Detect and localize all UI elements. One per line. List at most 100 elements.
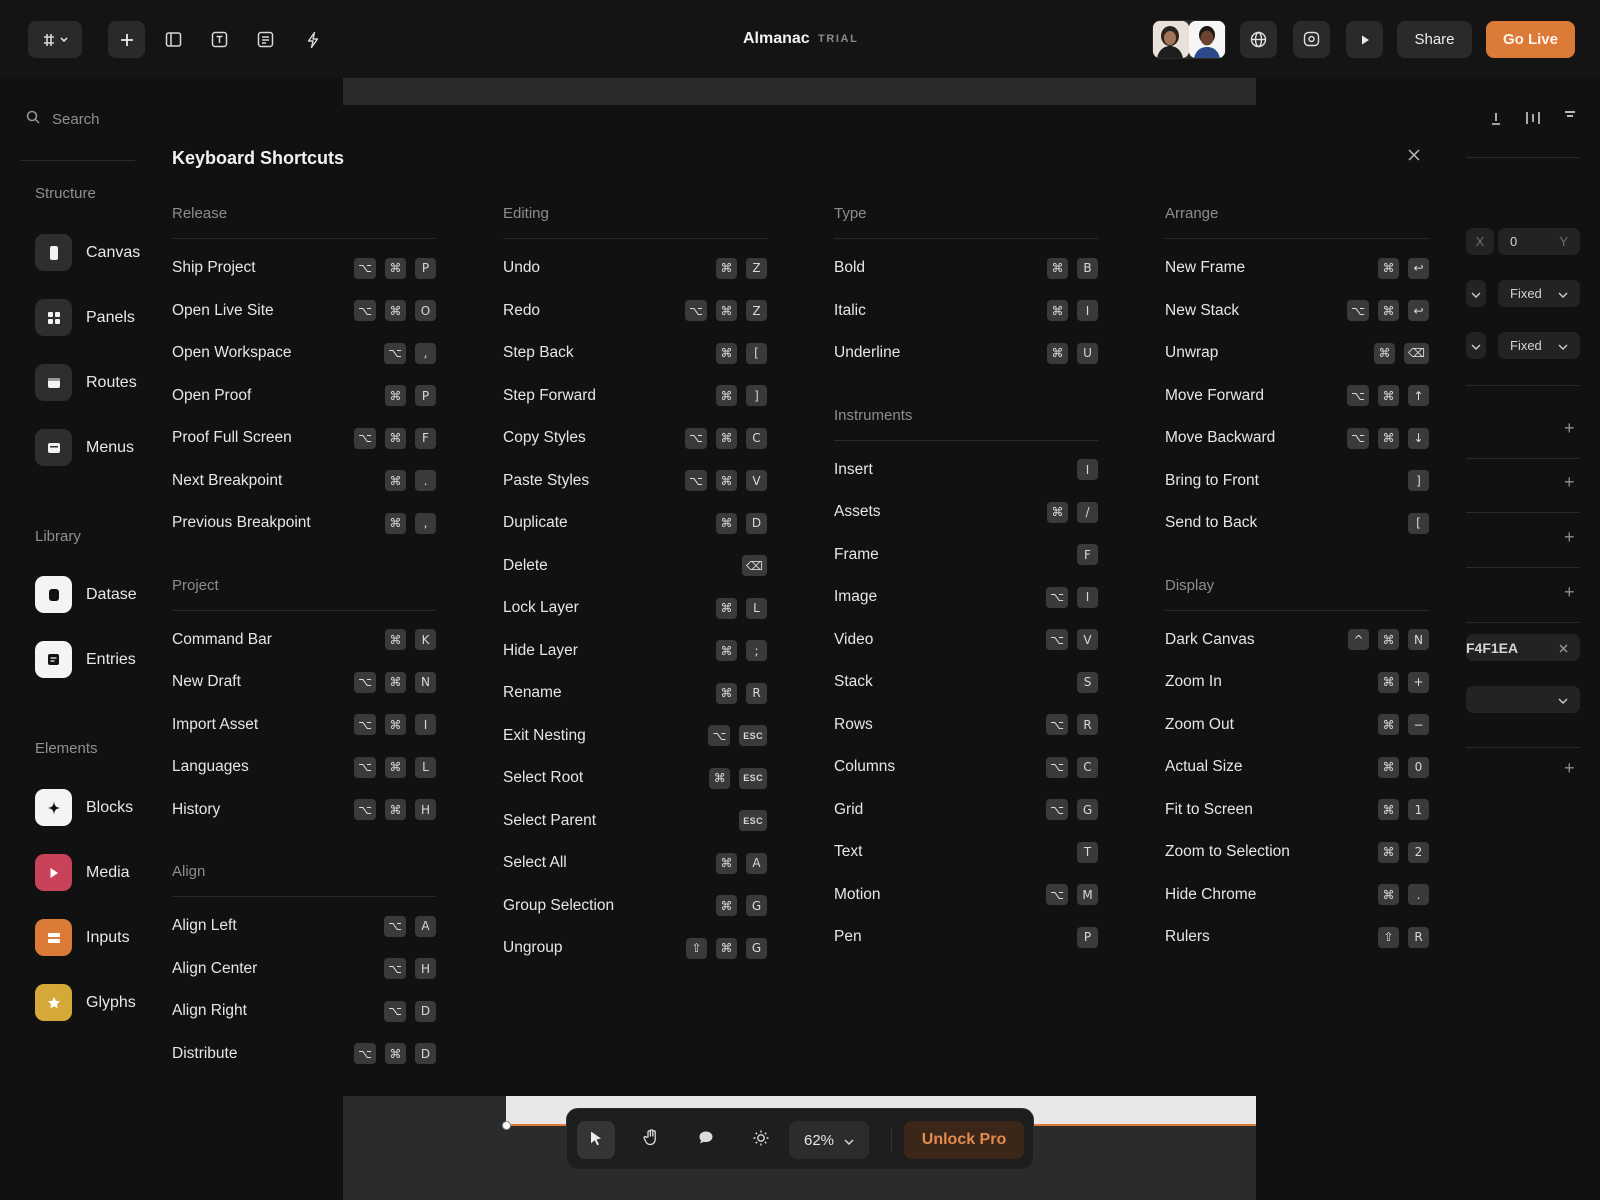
add-section-button[interactable]: +	[1564, 418, 1575, 439]
publish-settings-button[interactable]	[1240, 21, 1277, 58]
close-modal-button[interactable]	[1404, 147, 1424, 167]
top-bar: Almanac TRIAL Share Go Live	[0, 0, 1600, 78]
sidebar-item-canvas[interactable]: Canvas	[35, 234, 140, 271]
key-combo: ESC	[739, 810, 767, 832]
key-combo: ⌥ ⌘ I	[354, 714, 436, 736]
width-type-dropdown[interactable]	[1466, 280, 1486, 307]
sidebar-item-panels[interactable]: Panels	[35, 299, 135, 336]
divider	[172, 238, 436, 239]
toggle-sidebar-button[interactable]	[155, 21, 192, 58]
divider	[1466, 157, 1580, 158]
key-combo: ⌘ 1	[1378, 799, 1429, 821]
unlock-pro-button[interactable]: Unlock Pro	[904, 1121, 1024, 1159]
zoom-select[interactable]: 62%	[789, 1121, 869, 1159]
key-combo: ⌥ V	[1046, 629, 1098, 651]
actions-button[interactable]	[294, 21, 331, 58]
shortcut-column: Editing Undo ⌘ Z Redo ⌥ ⌘ Z Step Back ⌘[Step Forw…	[503, 200, 767, 970]
key-cap: M	[1077, 884, 1098, 906]
key-cap: ⌘	[716, 597, 737, 619]
y-field[interactable]: 0 Y	[1498, 228, 1580, 255]
distribute-icon[interactable]	[1525, 110, 1541, 131]
share-button[interactable]: Share	[1397, 21, 1472, 58]
key-cap: ⌘	[385, 470, 406, 492]
key-cap: ⌘	[1378, 671, 1399, 693]
go-live-button[interactable]: Go Live	[1486, 21, 1575, 58]
trial-badge: TRIAL	[818, 33, 859, 45]
divider	[1466, 567, 1580, 568]
play-button[interactable]	[1346, 21, 1383, 58]
close-icon[interactable]	[1559, 640, 1568, 656]
shortcut-label: Dark Canvas	[1165, 630, 1255, 648]
shortcut-label: Exit Nesting	[503, 726, 586, 744]
divider	[172, 896, 436, 897]
shortcut-label: Fit to Screen	[1165, 800, 1253, 818]
sidebar-search[interactable]: Search	[26, 110, 100, 128]
collaborators[interactable]	[1152, 20, 1226, 59]
divider	[1165, 238, 1429, 239]
key-cap: ,	[415, 512, 436, 534]
shortcut-row-italic: Italic ⌘ I	[834, 290, 1098, 333]
search-input[interactable]: Search	[52, 111, 100, 128]
sidebar-item-blocks[interactable]: Blocks	[35, 789, 133, 826]
project-title[interactable]: Almanac	[743, 30, 810, 48]
fill-dropdown[interactable]	[1466, 686, 1580, 713]
width-mode-select[interactable]: Fixed	[1498, 280, 1580, 307]
shortcut-label: Undo	[503, 259, 541, 277]
section-library: Library	[35, 528, 81, 545]
hand-tool-button[interactable]	[632, 1121, 670, 1159]
align-top-icon[interactable]	[1562, 110, 1578, 131]
close-icon	[1408, 148, 1420, 166]
shortcut-row-group-selection: Group Selection ⌘ G	[503, 885, 767, 928]
cms-button[interactable]	[247, 21, 284, 58]
preview-button[interactable]	[1293, 21, 1330, 58]
sidebar-item-routes[interactable]: Routes	[35, 364, 137, 401]
add-section-button[interactable]: +	[1564, 472, 1575, 493]
shortcut-label: Move Forward	[1165, 386, 1265, 404]
comment-tool-button[interactable]	[687, 1121, 725, 1159]
sidebar-item-media[interactable]: Media	[35, 854, 130, 891]
key-combo: ⇧ ⌘ G	[686, 937, 767, 959]
key-cap: ⌥	[384, 1000, 406, 1022]
key-cap: ⌘	[385, 1043, 406, 1065]
align-bottom-icon[interactable]	[1488, 110, 1504, 131]
sidebar-item-menus[interactable]: Menus	[35, 429, 134, 466]
divider	[503, 238, 767, 239]
shortcut-row-open-workspace: Open Workspace ⌥,	[172, 332, 436, 375]
key-cap: ;	[746, 640, 767, 662]
text-tool-button[interactable]	[201, 21, 238, 58]
key-combo: ⇧ R	[1378, 926, 1429, 948]
sidebar-item-entries[interactable]: Entries	[35, 641, 136, 678]
x-field[interactable]: X	[1466, 228, 1494, 255]
add-section-button[interactable]: +	[1564, 527, 1575, 548]
insert-button[interactable]	[108, 21, 145, 58]
sidebar-item-inputs[interactable]: Inputs	[35, 919, 130, 956]
shortcut-row-pen: Pen P	[834, 916, 1098, 959]
canvas-area[interactable]	[343, 78, 1256, 105]
shortcut-row-move-backward: Move Backward ⌥ ⌘ ↓	[1165, 417, 1429, 460]
height-mode-select[interactable]: Fixed	[1498, 332, 1580, 359]
add-section-button[interactable]: +	[1564, 582, 1575, 603]
key-cap: ⌘	[1378, 714, 1399, 736]
sidebar-item-glyphs[interactable]: Glyphs	[35, 984, 136, 1021]
key-cap: ]	[746, 385, 767, 407]
fill-color-field[interactable]: F4F1EA	[1466, 634, 1580, 661]
key-cap: ⌘	[385, 385, 406, 407]
resize-handle[interactable]	[502, 1121, 511, 1130]
entries-icon	[35, 641, 72, 678]
key-cap: ⌘	[716, 682, 737, 704]
key-cap: ⌥	[1046, 884, 1068, 906]
key-cap: I	[1077, 459, 1098, 481]
main-menu-button[interactable]	[28, 21, 82, 58]
key-cap: R	[1408, 926, 1429, 948]
select-tool-button[interactable]	[577, 1121, 615, 1159]
key-cap: ⌘	[385, 756, 406, 778]
height-type-dropdown[interactable]	[1466, 332, 1486, 359]
key-cap: ⌥	[1347, 300, 1369, 322]
add-section-button[interactable]: +	[1564, 758, 1575, 779]
y-value: 0	[1510, 234, 1518, 249]
key-combo: ⌥ R	[1046, 714, 1098, 736]
shortcut-label: Next Breakpoint	[172, 471, 283, 489]
key-cap: ⌘	[716, 385, 737, 407]
sidebar-item-datasets[interactable]: Datase	[35, 576, 137, 613]
theme-toggle-button[interactable]	[742, 1121, 780, 1159]
